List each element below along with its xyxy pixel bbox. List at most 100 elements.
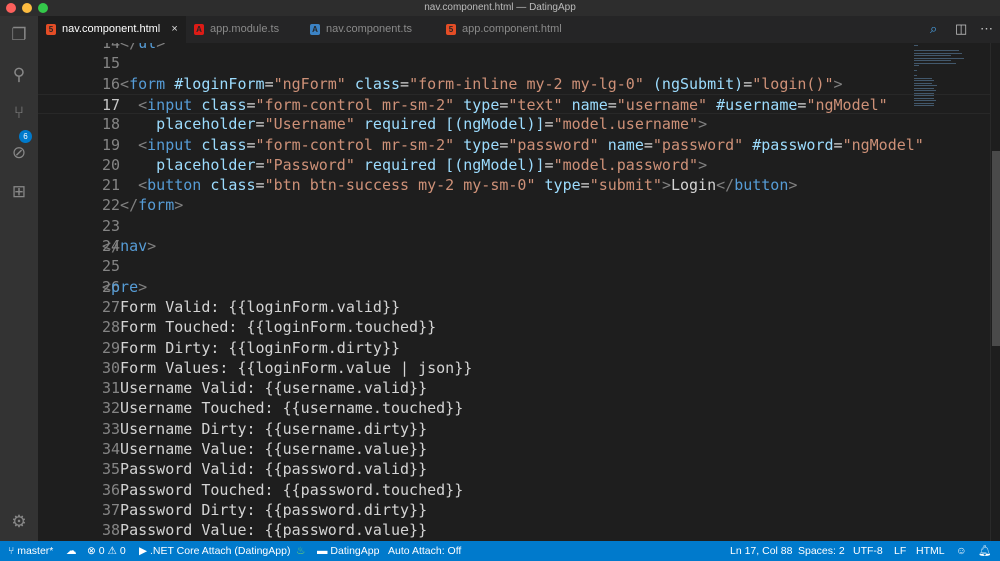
code-token: [(ngModel)] [436,115,545,134]
code-line[interactable]: 35 Password Valid: {{password.valid}} [38,459,990,479]
open-preview-icon[interactable]: ⌕ [930,21,937,37]
problems-indicator[interactable]: ⊗ 0 ⚠ 0 [87,541,126,561]
code-token: Username Valid: {{username.valid}} [102,379,428,398]
code-line[interactable]: 21 <button class="btn btn-success my-2 m… [38,175,990,195]
code-line[interactable]: 15 [38,53,990,73]
notifications-icon[interactable]: 🔔︎ [978,541,991,561]
code-line[interactable]: 28 Form Touched: {{loginForm.touched}} [38,317,990,337]
code-line[interactable]: 16 <form #loginForm="ngForm" class="form… [38,74,990,94]
code-token: = [255,176,265,195]
maximize-window-button[interactable] [38,3,48,13]
code-line[interactable]: 23 [38,216,990,236]
branch-indicator[interactable]: ⑂ master* [8,541,53,561]
line-content: Form Valid: {{loginForm.valid}} [102,297,400,317]
code-line[interactable]: 22 </form> [38,195,990,215]
minimap-line [914,70,918,71]
indentation[interactable]: Spaces: 2 [798,541,845,561]
line-content: Username Touched: {{username.touched}} [102,398,463,418]
code-token: nav [120,237,148,255]
minimize-window-button[interactable] [22,3,32,13]
code-token: > [788,176,798,195]
vertical-scrollbar[interactable] [990,43,1000,541]
code-token: button [734,176,789,195]
code-token: #username [707,95,798,114]
code-token: Form Dirty: {{loginForm.dirty}} [102,338,401,357]
close-window-button[interactable] [6,3,16,13]
debug-icon[interactable]: ⊘ [8,142,30,164]
source-control-icon[interactable]: ⑂ [8,102,30,124]
title-bar: nav.component.html — DatingApp [0,0,1000,16]
window-title: nav.component.html — DatingApp [424,2,576,13]
sync-icon[interactable]: ☁ [66,541,77,561]
close-tab-icon[interactable]: × [171,23,177,35]
line-content: </ul> [102,43,165,53]
code-token: Form Touched: {{loginForm.touched}} [102,318,437,337]
code-line[interactable]: 29 Form Dirty: {{loginForm.dirty}} [38,338,990,358]
tab-nav-component-ts[interactable]: Anav.component.ts [302,16,438,43]
line-number: 15 [101,54,120,73]
code-token: "btn btn-success my-2 my-sm-0" [264,176,536,195]
angular-icon: A [310,24,320,35]
line-content: Password Dirty: {{password.dirty}} [102,500,427,520]
code-line[interactable]: 30 Form Values: {{loginForm.value | json… [38,358,990,378]
warning-count: 0 [119,545,126,557]
code-line[interactable]: 14 </ul> [38,43,990,53]
code-line[interactable]: 33 Username Dirty: {{username.dirty}} [38,419,990,439]
tab-nav-component-html[interactable]: 5 nav.component.html × [38,16,186,43]
minimap[interactable] [910,43,980,113]
code-token: "password" [652,135,744,154]
language-mode[interactable]: HTML [916,541,945,561]
code-line[interactable]: 25 [38,256,990,276]
code-line[interactable]: 32 Username Touched: {{username.touched}… [38,398,990,418]
encoding[interactable]: UTF-8 [853,541,883,561]
gear-icon[interactable]: ⚙ [8,511,30,533]
more-actions-icon[interactable]: ⋯ [980,21,993,37]
code-line[interactable]: 27 Form Valid: {{loginForm.valid}} [38,297,990,317]
code-token: </ [716,176,735,195]
tab-app-module-ts[interactable]: Aapp.module.ts [186,16,302,43]
line-content: Password Value: {{password.value}} [102,520,427,540]
line-number: 25 [101,257,120,276]
code-line[interactable]: 20 placeholder="Password" required [(ngM… [38,155,990,175]
cursor-position[interactable]: Ln 17, Col 88 [730,541,792,561]
minimap-line [914,95,934,96]
code-line[interactable]: 19 <input class="form-control mr-sm-2" t… [38,135,990,155]
code-token: Form Values: {{loginForm.value | json}} [102,358,473,377]
code-token: = [544,115,554,134]
feedback-icon[interactable]: ☺ [956,541,967,561]
line-content: placeholder="Password" required [(ngMode… [102,155,707,175]
code-token: #password [743,135,834,154]
scrollbar-thumb[interactable] [992,151,1000,346]
code-token: form [129,74,166,93]
code-token: "login()" [752,74,834,93]
code-line[interactable]: 37 Password Dirty: {{password.dirty}} [38,500,990,520]
code-token: > [138,277,148,296]
code-line[interactable]: 31 Username Valid: {{username.valid}} [38,378,990,398]
code-token: = [607,95,617,114]
code-token: "submit" [589,176,662,195]
html5-icon: 5 [46,24,56,35]
code-line[interactable]: 36 Password Touched: {{password.touched}… [38,480,990,500]
code-line[interactable]: 18 placeholder="Username" required [(ngM… [38,114,990,134]
code-line[interactable]: 17 <input class="form-control mr-sm-2" t… [38,93,990,115]
code-editor[interactable]: 14 </ul> 15 16 <form #loginForm="ngForm" c… [38,43,990,541]
code-token: = [264,74,274,93]
tab-app-component-html[interactable]: 5 app.component.html [438,16,588,43]
code-token: </ [102,196,139,215]
split-editor-icon[interactable]: ◫ [955,21,967,37]
branch-name: master* [17,545,54,557]
line-ending[interactable]: LF [894,541,906,561]
code-line[interactable]: 24 </nav> [38,236,990,256]
debug-config[interactable]: ▶ .NET Core Attach (DatingApp) [139,541,290,561]
code-line[interactable]: 38 Password Value: {{password.value}} [38,520,990,540]
search-icon[interactable]: ⚲ [8,64,30,86]
explorer-icon[interactable]: ❐ [8,24,30,46]
extensions-icon[interactable]: ⊞ [8,181,30,203]
code-token: = [400,74,410,93]
folder-indicator[interactable]: ▬ DatingApp [317,541,379,561]
code-line[interactable]: 34 Username Value: {{username.value}} [38,439,990,459]
auto-attach[interactable]: Auto Attach: Off [388,541,461,561]
line-content: <pre> [102,277,147,297]
code-token: Password Touched: {{password.touched}} [102,480,464,499]
code-line[interactable]: 26 <pre> [38,277,990,297]
